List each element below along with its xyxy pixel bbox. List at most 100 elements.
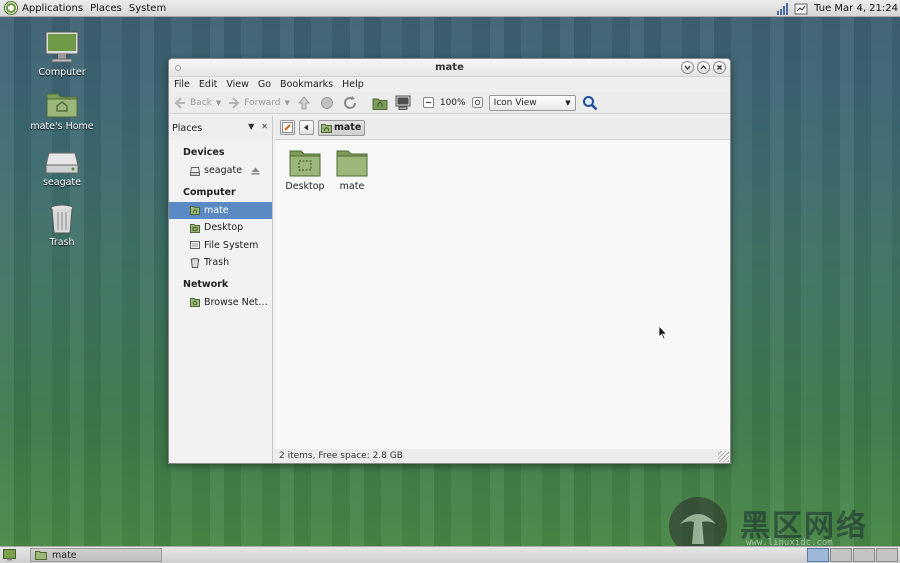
sidebar-item-label: File System <box>204 239 259 251</box>
workspace-4[interactable] <box>876 548 898 562</box>
mouse-cursor-icon <box>658 325 668 340</box>
taskbar-item-mate[interactable]: mate <box>30 548 162 562</box>
desktop-icon-label: mate's Home <box>30 121 94 132</box>
desktop-icon-label: Computer <box>38 67 86 78</box>
zoom-out-button[interactable] <box>422 97 434 108</box>
menu-bookmarks[interactable]: Bookmarks <box>280 79 333 90</box>
volume-icon[interactable] <box>794 3 808 15</box>
desktop-icon-computer[interactable]: Computer <box>27 31 97 78</box>
chevron-down-icon: ▼ <box>565 98 571 107</box>
up-arrow-icon[interactable] <box>296 95 312 111</box>
desktop-folder-icon <box>289 150 321 177</box>
network-icon <box>190 298 200 308</box>
workspace-3[interactable] <box>853 548 875 562</box>
back-label: Back <box>190 97 212 108</box>
show-desktop-icon[interactable] <box>3 549 16 561</box>
eject-icon[interactable] <box>251 167 260 175</box>
desktop-icon-label: Trash <box>49 237 75 248</box>
menu-applications[interactable]: Applications <box>22 3 83 14</box>
breadcrumb-mate[interactable]: mate <box>318 119 366 136</box>
sidebar-item-trash[interactable]: Trash <box>169 254 272 272</box>
workspace-2[interactable] <box>830 548 852 562</box>
maximize-button[interactable] <box>697 61 710 74</box>
zoom-level: 100% <box>439 97 466 108</box>
icon-view[interactable]: Desktop mate <box>275 140 730 449</box>
home-folder-icon <box>35 551 47 560</box>
sidebar-item-browse-network[interactable]: Browse Net… <box>169 294 272 312</box>
chevron-down-icon <box>684 65 691 71</box>
status-bar: 2 items, Free space: 2.8 GB <box>275 449 730 463</box>
menu-places[interactable]: Places <box>90 3 122 14</box>
desktop-icon-home[interactable]: mate's Home <box>27 89 97 132</box>
view-mode-select[interactable]: Icon View ▼ <box>488 94 576 111</box>
computer-icon[interactable] <box>395 95 411 111</box>
stop-icon[interactable] <box>319 95 335 111</box>
chevron-up-icon <box>700 64 707 70</box>
breadcrumb-label: mate <box>334 122 362 133</box>
desktop-folder-icon <box>190 223 200 233</box>
chevron-left-icon <box>304 124 308 131</box>
file-manager-window: mate File Edit View Go Bookmarks Help Ba… <box>168 58 731 464</box>
filesystem-icon <box>190 241 200 250</box>
home-icon[interactable] <box>372 95 388 111</box>
menu-file[interactable]: File <box>174 79 190 90</box>
view-mode-value: Icon View <box>493 97 537 108</box>
window-titlebar[interactable]: mate <box>169 59 730 77</box>
watermark-logo: 黑区网络 www.linuxidc.com <box>668 497 900 555</box>
status-text: 2 items, Free space: 2.8 GB <box>279 451 403 461</box>
sidebar: Places ▼ ✕ Devices seagate Computer mate… <box>169 116 273 463</box>
path-scroll-left-button[interactable] <box>299 120 314 135</box>
sidebar-header: Places ▼ ✕ <box>169 116 272 140</box>
workspace-switcher <box>806 548 898 562</box>
desktop-icon-label: seagate <box>42 177 82 188</box>
network-signal-icon[interactable] <box>776 2 790 15</box>
menu-view[interactable]: View <box>226 79 249 90</box>
back-button[interactable]: Back ▼ <box>173 96 221 110</box>
desktop-icon-seagate[interactable]: seagate <box>27 149 97 188</box>
drive-icon <box>45 152 79 174</box>
search-icon[interactable] <box>582 95 598 111</box>
sidebar-item-seagate[interactable]: seagate <box>169 162 272 180</box>
menu-system[interactable]: System <box>129 3 166 14</box>
top-panel: Applications Places System Tue Mar 4, 21… <box>0 0 900 17</box>
mate-logo-icon[interactable] <box>4 1 18 15</box>
file-item-desktop[interactable]: Desktop <box>280 148 330 192</box>
forward-arrow-icon <box>229 96 240 109</box>
file-label: Desktop <box>285 181 325 192</box>
sidebar-item-desktop[interactable]: Desktop <box>169 219 272 237</box>
folder-icon <box>336 150 368 177</box>
file-item-mate[interactable]: mate <box>327 148 377 192</box>
back-arrow-icon <box>174 96 185 109</box>
menubar: File Edit View Go Bookmarks Help <box>169 77 730 92</box>
forward-button[interactable]: Forward ▼ <box>227 96 290 110</box>
resize-grip-icon[interactable] <box>718 451 729 462</box>
sidebar-item-filesystem[interactable]: File System <box>169 237 272 255</box>
toggle-location-button[interactable] <box>280 120 295 135</box>
zoom-reset-icon[interactable] <box>471 97 483 108</box>
file-label: mate <box>339 181 365 192</box>
toolbar: Back ▼ Forward ▼ 100% Icon View ▼ <box>169 92 730 114</box>
sidebar-title[interactable]: Places <box>172 123 202 134</box>
workspace-1[interactable] <box>807 548 829 562</box>
forward-label: Forward <box>244 97 281 108</box>
menu-go[interactable]: Go <box>258 79 271 90</box>
clock[interactable]: Tue Mar 4, 21:24 <box>814 3 898 14</box>
drive-icon <box>190 166 200 176</box>
home-folder-icon <box>46 93 78 118</box>
group-network: Network <box>183 278 229 290</box>
close-button[interactable] <box>713 61 726 74</box>
sidebar-dropdown-icon[interactable]: ▼ <box>248 122 254 131</box>
chevron-down-icon[interactable]: ▼ <box>216 99 221 107</box>
sidebar-item-label: mate <box>204 204 229 216</box>
reload-icon[interactable] <box>342 95 358 111</box>
sidebar-item-mate[interactable]: mate <box>169 201 272 219</box>
desktop-icon-trash[interactable]: Trash <box>27 203 97 248</box>
menu-edit[interactable]: Edit <box>199 79 217 90</box>
menu-help[interactable]: Help <box>342 79 364 90</box>
minimize-button[interactable] <box>681 61 694 74</box>
places-list: Devices seagate Computer mate Desktop Fi… <box>169 140 272 463</box>
trash-icon <box>50 204 74 234</box>
close-icon <box>717 65 722 70</box>
close-icon[interactable]: ✕ <box>261 122 268 131</box>
chevron-down-icon[interactable]: ▼ <box>284 99 289 107</box>
